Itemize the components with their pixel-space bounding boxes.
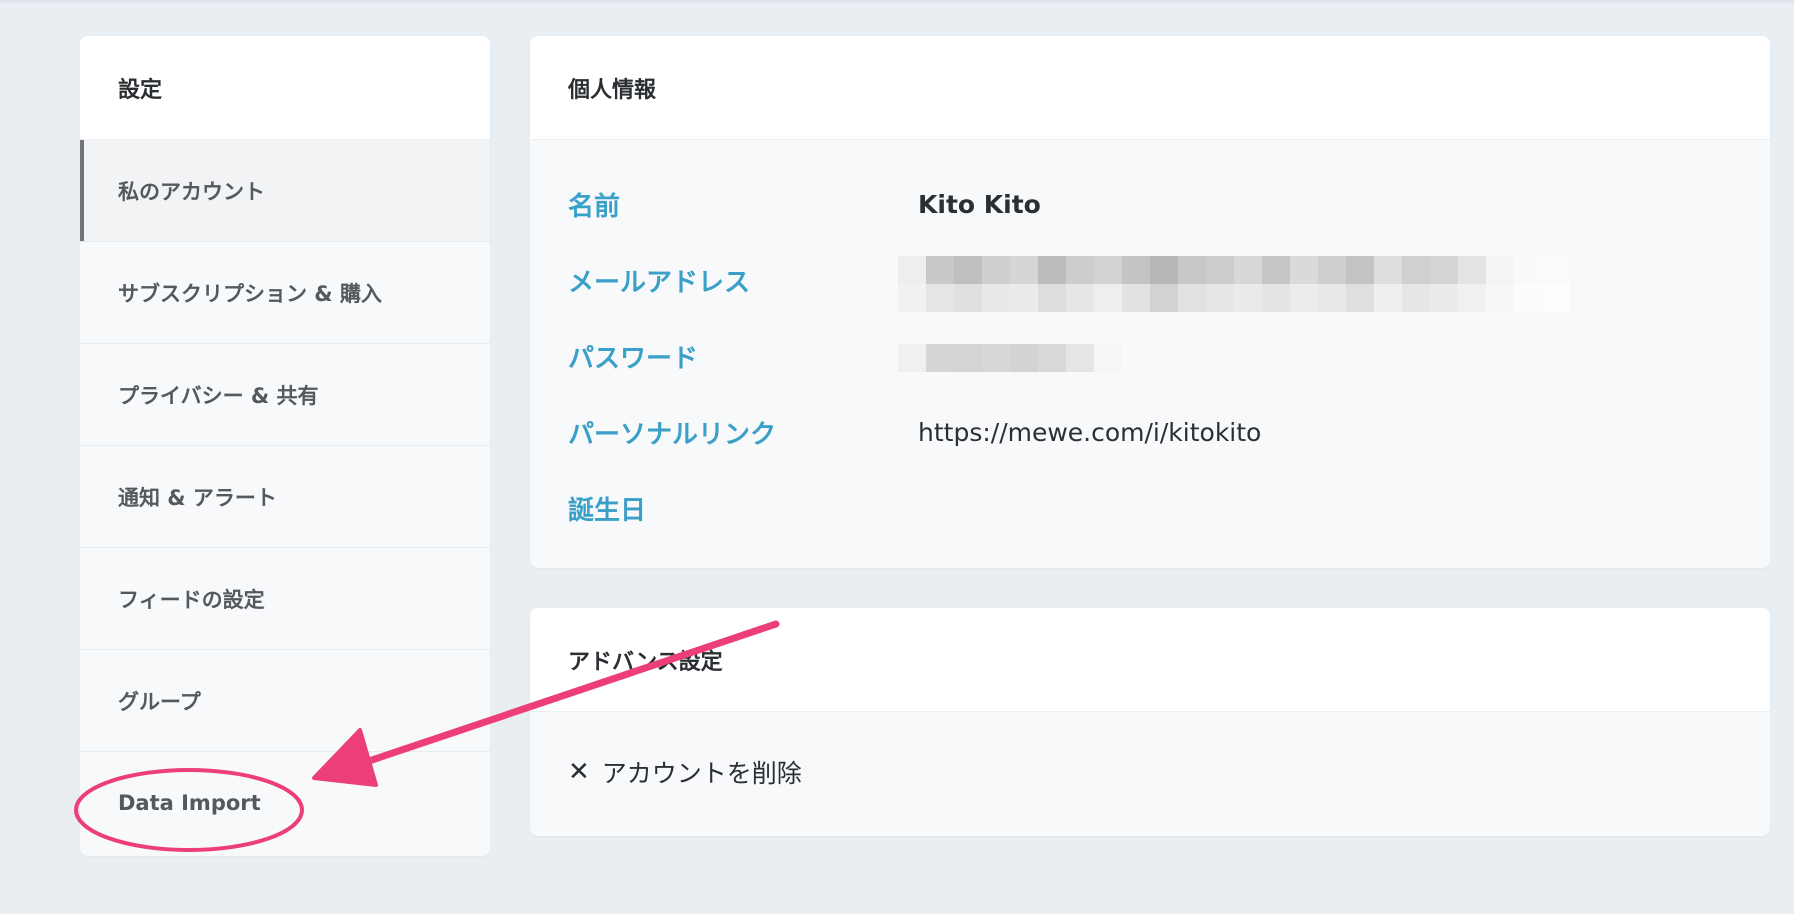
close-icon: ✕ [568,757,590,787]
settings-sidebar: 設定 私のアカウント サブスクリプション & 購入 プライバシー & 共有 通知… [80,36,490,856]
top-strip [0,0,1794,3]
sidebar-item-subscription[interactable]: サブスクリプション & 購入 [80,242,490,344]
personal-info-title: 個人情報 [530,36,1770,140]
email-value-redacted [898,256,1570,312]
email-row: メールアドレス [568,260,918,300]
name-row: 名前 Kito Kito [568,184,1041,224]
advanced-settings-panel: アドバンス設定 ✕ アカウントを削除 [530,608,1770,836]
birthday-row: 誕生日 [568,488,918,528]
sidebar-item-my-account[interactable]: 私のアカウント [80,140,490,242]
sidebar-item-privacy[interactable]: プライバシー & 共有 [80,344,490,446]
sidebar-title: 設定 [80,36,490,140]
delete-account-button[interactable]: ✕ アカウントを削除 [568,754,802,790]
name-label: 名前 [568,191,621,222]
password-value-redacted [898,344,1122,372]
personal-link-value[interactable]: https://mewe.com/i/kitokito [918,418,1261,447]
sidebar-item-notifications[interactable]: 通知 & アラート [80,446,490,548]
password-row: パスワード [568,336,918,376]
birthday-label: 誕生日 [568,495,647,526]
sidebar-item-data-import[interactable]: Data Import [80,752,490,854]
personal-link-row: パーソナルリンク https://mewe.com/i/kitokito [568,412,1261,452]
sidebar-item-feed-settings[interactable]: フィードの設定 [80,548,490,650]
delete-account-label: アカウントを削除 [601,759,802,788]
name-value: Kito Kito [918,189,1041,219]
advanced-settings-title: アドバンス設定 [530,608,1770,712]
personal-link-label: パーソナルリンク [568,419,777,450]
sidebar-item-groups[interactable]: グループ [80,650,490,752]
password-label: パスワード [568,343,699,374]
personal-info-panel: 個人情報 名前 Kito Kito メールアドレス パスワード パーソナルリンク… [530,36,1770,568]
email-label: メールアドレス [568,267,751,298]
